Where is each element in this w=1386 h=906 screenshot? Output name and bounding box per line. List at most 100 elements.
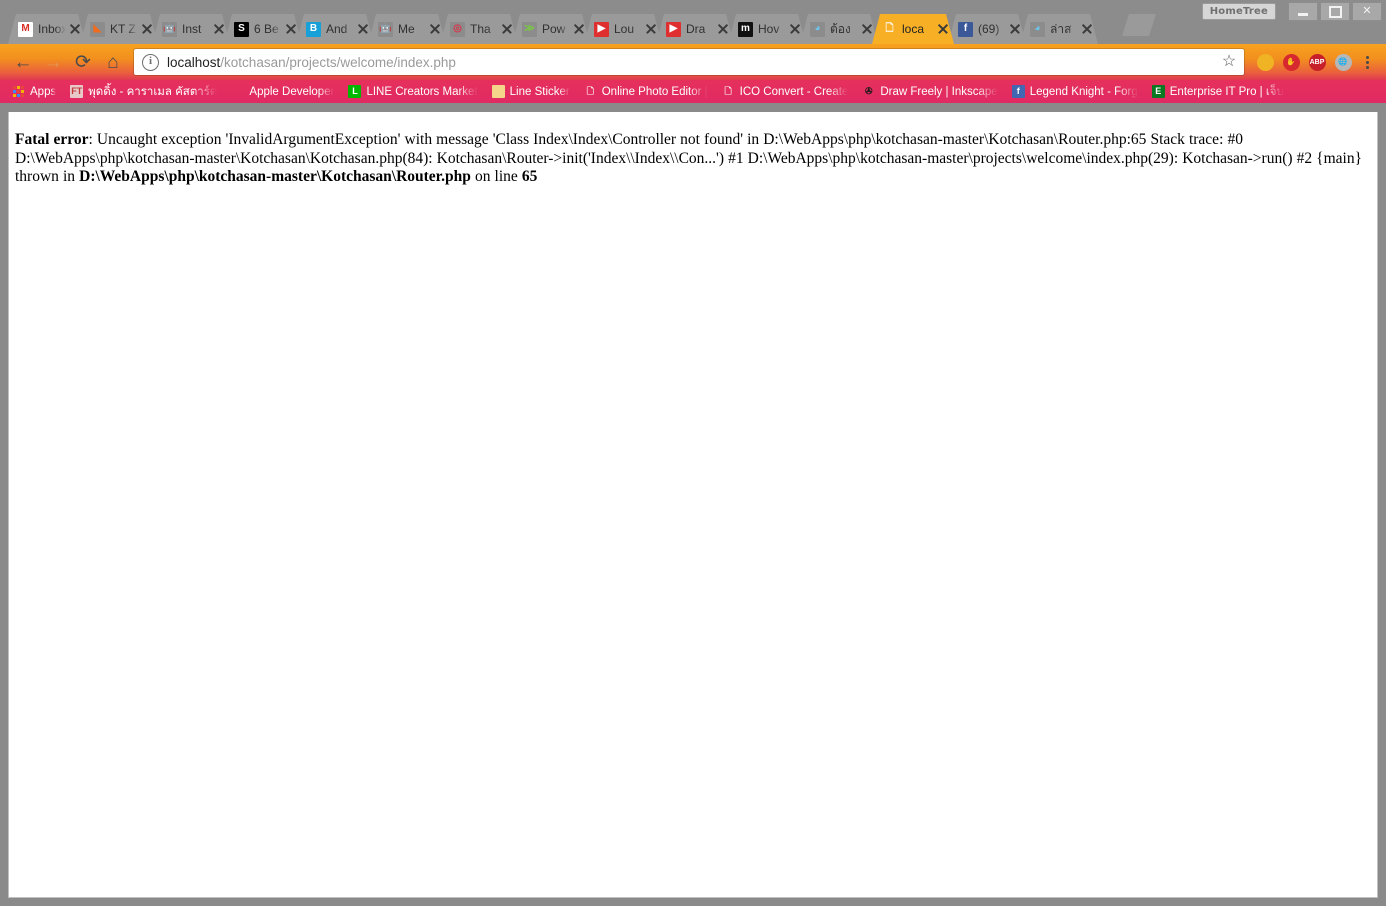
tab-close-icon[interactable] [1008, 22, 1022, 36]
tab-close-icon[interactable] [788, 22, 802, 36]
browser-tab[interactable]: ≫ Pow [512, 14, 590, 44]
url-host: localhost [167, 54, 221, 70]
chrome-menu-button[interactable] [1356, 49, 1378, 75]
tab-title: Inbox [38, 22, 66, 36]
enterprise-it-icon: E [1151, 85, 1165, 98]
close-icon: ✕ [1362, 5, 1372, 17]
reload-icon: ⟳ [75, 51, 91, 73]
tab-close-icon[interactable] [1080, 22, 1094, 36]
tab-title: Hov [758, 22, 780, 36]
minimize-icon [1298, 13, 1308, 16]
page-info-icon[interactable]: i [142, 53, 159, 71]
browser-tab[interactable]: ▶ Dra [656, 14, 734, 44]
android-icon: 🤖 [162, 22, 177, 37]
tab-close-icon[interactable] [644, 22, 658, 36]
bookmark-label: LINE Creators Market [366, 85, 478, 98]
tab-close-icon[interactable] [860, 22, 874, 36]
tab-strip: M Inbox ◣ KT Z 🤖 Inst S 6 Be B And 🤖 Me ◎ Tha ≫ Pow ▶ Lou… [0, 0, 1386, 44]
bookmark-item[interactable]: E Enterprise IT Pro | เจ็บ [1146, 82, 1290, 101]
tab-close-icon[interactable] [284, 22, 298, 36]
browser-tab[interactable]: 🤖 Inst [152, 14, 230, 44]
profile-name-button[interactable]: HomeTree [1201, 3, 1276, 20]
target-icon: ◎ [450, 22, 465, 37]
tab-close-icon[interactable] [212, 22, 226, 36]
error-online-text: on line [470, 168, 522, 185]
bookmark-label: พุดดิ้ง - คาราเมล คัสตาร์ด [88, 85, 218, 98]
minimize-button[interactable] [1288, 2, 1318, 21]
bookmark-label: Legend Knight - Forg [1029, 85, 1138, 98]
close-window-button[interactable]: ✕ [1352, 2, 1382, 21]
browser-tab[interactable]: M Inbox [8, 14, 86, 44]
reload-button[interactable]: ⟳ [68, 47, 98, 77]
generic-page-icon: 🗋 [586, 86, 594, 96]
bookmark-item[interactable]: L LINE Creators Market [342, 82, 483, 101]
browser-tab[interactable]: m Hov [728, 14, 806, 44]
search-extension-icon[interactable] [1252, 49, 1278, 75]
bookmark-item[interactable]: f Legend Knight - Forg [1006, 82, 1144, 101]
tab-close-icon[interactable] [572, 22, 586, 36]
home-icon: ⌂ [107, 51, 119, 73]
extension-icons: ✋ ABP 🌐 [1252, 49, 1356, 75]
bookmark-label: Apple Developer [249, 85, 335, 98]
bookmark-item[interactable]: FT พุดดิ้ง - คาราเมล คัสตาร์ด [64, 82, 223, 101]
globe-extension-icon[interactable]: 🌐 [1330, 49, 1356, 75]
maximize-icon [1328, 5, 1342, 18]
menu-dot [1365, 65, 1369, 69]
browser-tab[interactable]: B And [296, 14, 374, 44]
browser-tab[interactable]: ▶ Lou [584, 14, 662, 44]
browser-toolbar: ← → ⟳ ⌂ i localhost/kotchasan/projects/w… [0, 44, 1386, 80]
browser-tab[interactable]: ◎ Tha [440, 14, 518, 44]
address-bar[interactable]: i localhost/kotchasan/projects/welcome/i… [134, 49, 1244, 75]
orange-triangle-icon: ◣ [90, 22, 105, 37]
rainbow-b-icon: B [306, 22, 321, 37]
error-line-number: 65 [521, 168, 538, 185]
bookmark-label: ICO Convert - Create [739, 85, 849, 98]
bookmark-star-icon[interactable]: ☆ [1220, 54, 1238, 70]
page-document-icon: 🗋 [882, 22, 897, 37]
tab-close-icon[interactable] [716, 22, 730, 36]
tab-title: Inst [182, 22, 202, 36]
tab-close-icon[interactable] [428, 22, 442, 36]
apps-grid-glyph [12, 85, 25, 98]
bookmark-item[interactable]: Apple Developer [225, 82, 340, 101]
browser-tab[interactable]: ◕ ต้อง [800, 14, 878, 44]
tab-title: ต้อง [830, 21, 851, 36]
tab-close-icon[interactable] [356, 22, 370, 36]
extension-glyph: ✋ [1282, 53, 1300, 71]
tab-close-icon[interactable] [140, 22, 154, 36]
url-text: localhost/kotchasan/projects/welcome/ind… [167, 55, 1220, 70]
maximize-button[interactable] [1320, 2, 1350, 21]
stop-hand-extension-icon[interactable]: ✋ [1278, 49, 1304, 75]
bookmark-item[interactable]: 🗋 Online Photo Editor | [578, 82, 714, 101]
forward-button[interactable]: → [38, 47, 68, 77]
youtube-icon: ▶ [594, 22, 609, 37]
bookmark-item[interactable]: ✇ Draw Freely | Inkscape [856, 82, 1003, 101]
bookmark-item[interactable]: Line Sticker [486, 82, 576, 101]
tab-list: M Inbox ◣ KT Z 🤖 Inst S 6 Be B And 🤖 Me ◎ Tha ≫ Pow ▶ Lou… [8, 12, 1092, 44]
extension-glyph [1256, 53, 1274, 71]
tab-title: Tha [470, 22, 491, 36]
browser-tab[interactable]: ◣ KT Z [80, 14, 158, 44]
adblock-plus-icon[interactable]: ABP [1304, 49, 1330, 75]
bookmark-label: Apps [30, 85, 57, 98]
home-button[interactable]: ⌂ [98, 47, 128, 77]
bookmark-item[interactable]: 🗋 ICO Convert - Create [716, 82, 855, 101]
mail-m-icon: m [738, 22, 753, 37]
back-button[interactable]: ← [8, 47, 38, 77]
bookmark-label: Draw Freely | Inkscape [880, 85, 998, 98]
browser-tab[interactable]: ◕ ล่าส [1020, 14, 1098, 44]
blue-elephant-icon: ◕ [810, 22, 825, 37]
new-tab-button[interactable] [1122, 14, 1156, 36]
browser-tab[interactable]: f (69) [948, 14, 1026, 44]
tab-close-icon[interactable] [936, 22, 950, 36]
tab-close-icon[interactable] [68, 22, 82, 36]
browser-tab[interactable]: S 6 Be [224, 14, 302, 44]
bookmark-item[interactable]: Apps [6, 82, 62, 101]
blue-elephant-icon: ◕ [1030, 22, 1045, 37]
tab-title: Me [398, 22, 415, 36]
browser-tab[interactable]: 🗋 loca [872, 14, 954, 44]
page-viewport: Fatal error: Uncaught exception 'Invalid… [8, 112, 1378, 898]
browser-tab[interactable]: 🤖 Me [368, 14, 446, 44]
slideshare-icon: S [234, 22, 249, 37]
tab-close-icon[interactable] [500, 22, 514, 36]
